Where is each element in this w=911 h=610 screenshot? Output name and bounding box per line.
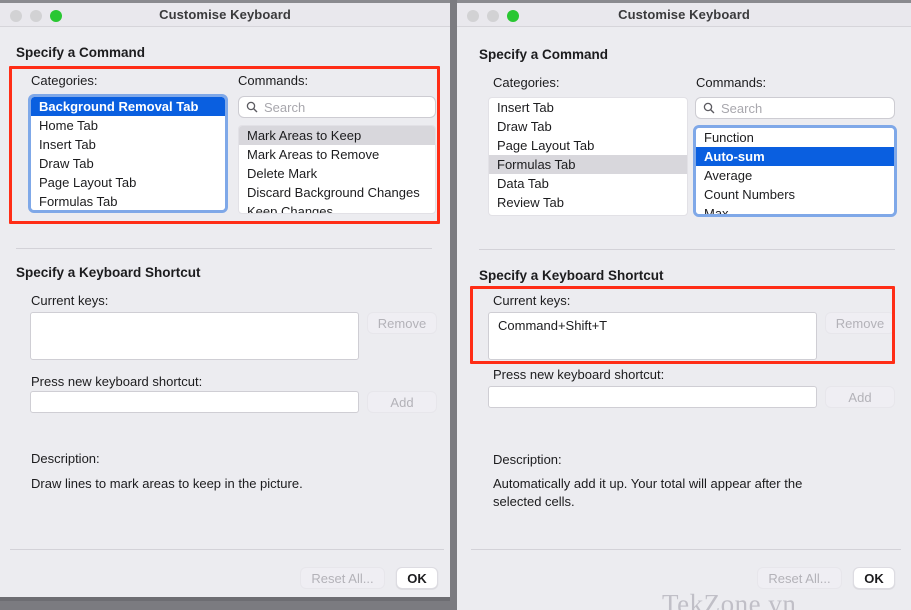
press-new-shortcut-field[interactable] — [488, 386, 817, 408]
add-button[interactable]: Add — [825, 386, 895, 408]
commands-label: Commands: — [696, 75, 767, 90]
press-new-shortcut-label: Press new keyboard shortcut: — [31, 374, 203, 389]
categories-label: Categories: — [493, 75, 560, 90]
window-gap-divider — [450, 0, 457, 610]
list-item[interactable]: Draw Tab — [31, 154, 225, 173]
ok-button[interactable]: OK — [396, 567, 438, 589]
list-item[interactable]: Delete Mark — [239, 164, 435, 183]
press-new-shortcut-field[interactable] — [30, 391, 359, 413]
commands-search-field[interactable]: Search — [695, 97, 895, 119]
section-divider-2 — [10, 549, 444, 550]
commands-listbox[interactable]: Function Auto-sum Average Count Numbers … — [693, 125, 897, 217]
list-item[interactable]: Mark Areas to Remove — [239, 145, 435, 164]
window-body-right: Specify a Command Categories: Commands: … — [457, 27, 911, 610]
categories-listbox[interactable]: Insert Tab Draw Tab Page Layout Tab Form… — [488, 97, 688, 216]
list-item[interactable]: Data Tab — [489, 174, 687, 193]
list-item[interactable]: Keep Changes — [239, 202, 435, 213]
list-item[interactable]: Mark Areas to Keep — [239, 126, 435, 145]
current-keys-field[interactable] — [30, 312, 359, 360]
remove-button[interactable]: Remove — [367, 312, 437, 334]
specify-command-heading: Specify a Command — [16, 45, 146, 60]
list-item[interactable]: Insert Tab — [489, 98, 687, 117]
commands-list[interactable]: Function Auto-sum Average Count Numbers … — [696, 128, 894, 214]
list-item[interactable]: Function — [696, 128, 894, 147]
customise-keyboard-window-right: Customise Keyboard Specify a Command Cat… — [457, 0, 911, 610]
list-item[interactable]: Draw Tab — [489, 117, 687, 136]
description-text: Automatically add it up. Your total will… — [493, 476, 803, 509]
list-item[interactable]: Page Layout Tab — [489, 136, 687, 155]
search-placeholder: Search — [264, 99, 306, 115]
list-item[interactable]: Auto-sum — [696, 147, 894, 166]
current-keys-label: Current keys: — [31, 293, 109, 308]
search-icon — [246, 101, 258, 113]
list-item[interactable]: Background Removal Tab — [31, 97, 225, 116]
watermark: TekZone.vn — [662, 589, 797, 610]
list-item[interactable]: Average — [696, 166, 894, 185]
specify-shortcut-heading: Specify a Keyboard Shortcut — [16, 265, 201, 280]
list-item[interactable]: Formulas Tab — [489, 155, 687, 174]
press-new-shortcut-label: Press new keyboard shortcut: — [493, 367, 665, 382]
description-text: Draw lines to mark areas to keep in the … — [31, 476, 303, 491]
categories-list[interactable]: Insert Tab Draw Tab Page Layout Tab Form… — [489, 98, 687, 215]
customise-keyboard-window-left: Customise Keyboard Specify a Command Cat… — [0, 0, 450, 601]
window-title: Customise Keyboard — [618, 7, 750, 22]
section-divider-1 — [479, 249, 895, 250]
list-item[interactable]: Page Layout Tab — [31, 173, 225, 192]
section-divider-1 — [16, 248, 432, 249]
specify-shortcut-heading: Specify a Keyboard Shortcut — [479, 268, 664, 283]
reset-all-button[interactable]: Reset All... — [300, 567, 385, 589]
list-item[interactable]: Review Tab — [489, 193, 687, 212]
categories-listbox[interactable]: Background Removal Tab Home Tab Insert T… — [28, 94, 228, 213]
reset-all-button[interactable]: Reset All... — [757, 567, 842, 589]
description-label: Description: — [31, 451, 100, 466]
commands-search-field[interactable]: Search — [238, 96, 436, 118]
list-item[interactable]: Home Tab — [31, 116, 225, 135]
ok-button[interactable]: OK — [853, 567, 895, 589]
current-keys-label: Current keys: — [493, 293, 571, 308]
section-divider-2 — [471, 549, 901, 550]
window-body-left: Specify a Command Categories: Commands: … — [0, 27, 450, 597]
list-item[interactable]: Insert Tab — [31, 135, 225, 154]
titlebar-right: Customise Keyboard — [457, 0, 911, 27]
remove-button[interactable]: Remove — [825, 312, 895, 334]
categories-label: Categories: — [31, 73, 98, 88]
commands-listbox[interactable]: Mark Areas to Keep Mark Areas to Remove … — [238, 125, 436, 214]
list-item[interactable]: Formulas Tab — [31, 192, 225, 210]
list-item[interactable]: Max — [696, 204, 894, 214]
list-item[interactable]: Discard Background Changes — [239, 183, 435, 202]
specify-command-heading: Specify a Command — [479, 47, 609, 62]
current-keys-field[interactable]: Command+Shift+T — [488, 312, 817, 360]
description-label: Description: — [493, 452, 562, 467]
categories-list[interactable]: Background Removal Tab Home Tab Insert T… — [31, 97, 225, 210]
titlebar-left: Customise Keyboard — [0, 0, 450, 27]
search-placeholder: Search — [721, 100, 763, 116]
commands-list[interactable]: Mark Areas to Keep Mark Areas to Remove … — [239, 126, 435, 213]
add-button[interactable]: Add — [367, 391, 437, 413]
commands-label: Commands: — [238, 73, 309, 88]
list-item[interactable]: Count Numbers — [696, 185, 894, 204]
window-title: Customise Keyboard — [159, 7, 291, 22]
screenshot-root: Customise Keyboard Specify a Command Cat… — [0, 0, 911, 610]
search-icon — [703, 102, 715, 114]
